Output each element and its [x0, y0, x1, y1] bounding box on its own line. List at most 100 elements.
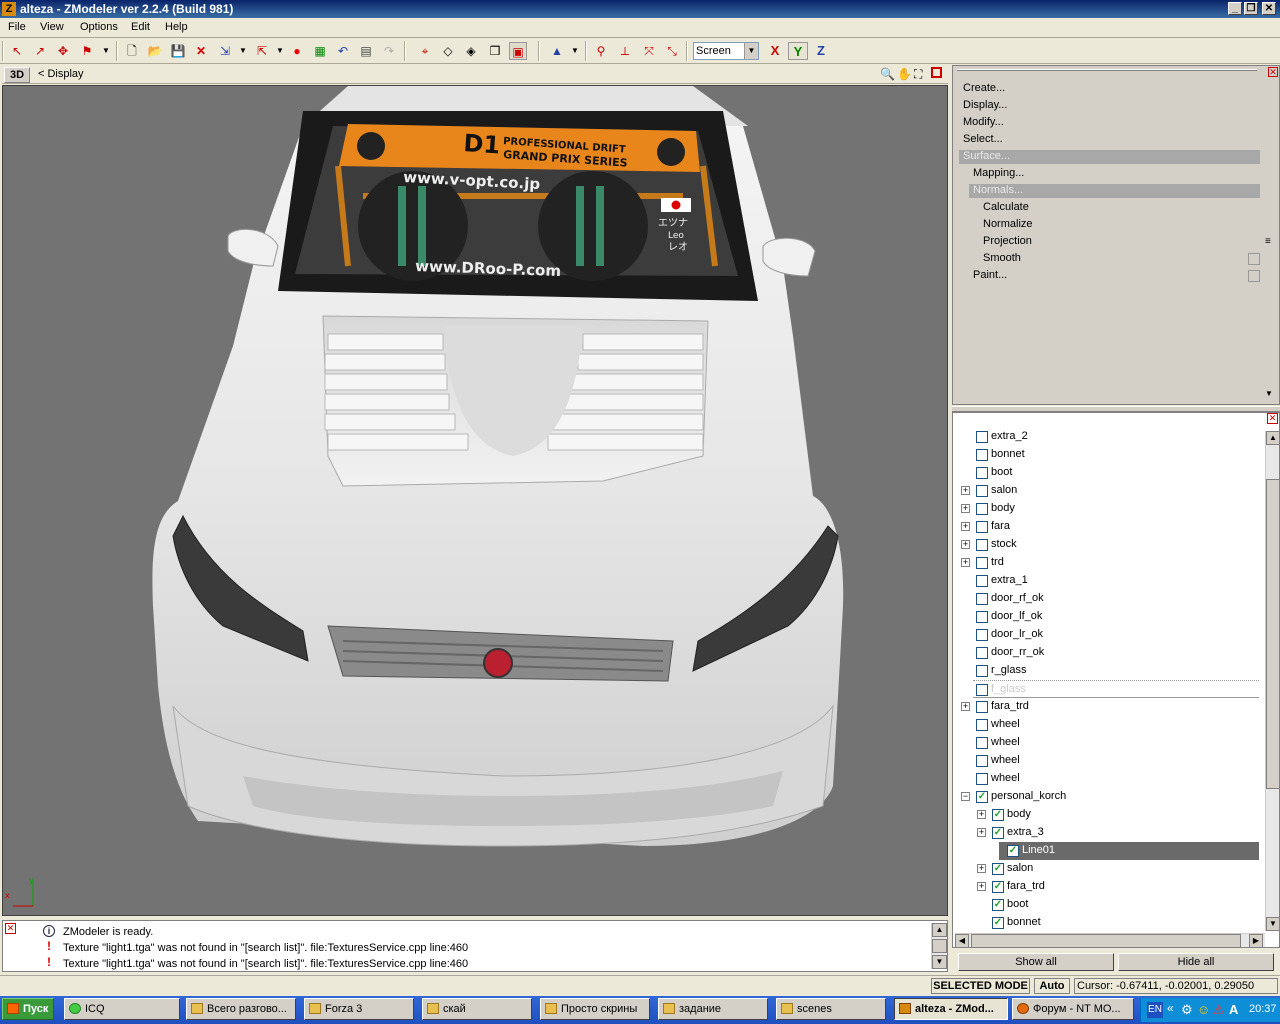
zoom-icon[interactable]: 🔍 — [880, 67, 895, 81]
save-icon[interactable]: 💾 — [169, 42, 187, 60]
chevron-down-icon[interactable]: ▼ — [234, 42, 252, 60]
visibility-checkbox[interactable]: ✓ — [1007, 845, 1019, 857]
chevron-down-icon[interactable]: ▼ — [271, 42, 289, 60]
import-icon[interactable]: ⇲ — [216, 42, 234, 60]
cmd-normals[interactable]: Normals... — [969, 184, 1260, 198]
chevron-down-icon[interactable]: ▼ — [566, 42, 584, 60]
visibility-checkbox[interactable] — [976, 684, 988, 696]
visibility-checkbox[interactable] — [976, 431, 988, 443]
visibility-checkbox[interactable]: ✓ — [992, 881, 1004, 893]
viewport-mode-button[interactable]: 3D — [4, 67, 30, 83]
3d-viewport[interactable]: D1 PROFESSIONAL DRIFT GRAND PRIX SERIES … — [2, 85, 948, 916]
tree-item[interactable]: extra_2 — [953, 428, 1259, 446]
tree-item[interactable]: + ✓ body — [953, 806, 1259, 824]
cmd-paint[interactable]: Paint... — [973, 269, 1007, 281]
auto-status[interactable]: Auto — [1034, 978, 1070, 994]
scroll-down-icon[interactable]: ▼ — [932, 955, 947, 969]
tree-item[interactable]: ✓ boot — [953, 896, 1259, 914]
visibility-checkbox[interactable] — [976, 449, 988, 461]
taskbar-item-zmodeler[interactable]: alteza - ZMod... — [894, 998, 1008, 1020]
hide-all-button[interactable]: Hide all — [1118, 953, 1274, 971]
visibility-checkbox[interactable] — [976, 485, 988, 497]
axis-x-button[interactable]: X — [765, 42, 785, 60]
coordinate-space-select[interactable]: Screen ▼ — [693, 42, 759, 60]
expand-icon[interactable]: + — [961, 522, 970, 531]
undo-icon[interactable]: ↶ — [334, 42, 352, 60]
export-icon[interactable]: ⇱ — [253, 42, 271, 60]
pan-hand-icon[interactable]: ✋ — [897, 67, 912, 81]
material-icon[interactable]: ▦ — [311, 42, 329, 60]
visibility-checkbox[interactable] — [976, 467, 988, 479]
axis-y-button[interactable]: Y — [788, 42, 808, 60]
tree-item[interactable]: boot — [953, 464, 1259, 482]
expand-icon[interactable]: + — [977, 864, 986, 873]
visibility-checkbox[interactable]: ✓ — [992, 917, 1004, 929]
tree-item[interactable]: extra_1 — [953, 572, 1259, 590]
expand-icon[interactable]: + — [961, 702, 970, 711]
cmd-select[interactable]: Select... — [963, 133, 1003, 145]
log-scrollbar[interactable]: ▲ ▼ — [931, 923, 947, 969]
magnet-icon[interactable]: ⚲ — [592, 42, 610, 60]
tree-item[interactable]: wheel — [953, 752, 1259, 770]
group-tool-icon[interactable]: ⚑ — [78, 42, 96, 60]
taskbar-item-forza[interactable]: Forza 3 — [304, 998, 414, 1020]
visibility-checkbox[interactable]: ✓ — [992, 827, 1004, 839]
close-icon[interactable]: ✕ — [5, 923, 16, 934]
cmd-projection[interactable]: Projection — [983, 235, 1032, 247]
display-menu-button[interactable]: < Display — [38, 68, 84, 80]
taskbar-item-skai[interactable]: скай — [422, 998, 532, 1020]
visibility-checkbox[interactable]: ✓ — [976, 791, 988, 803]
visibility-checkbox[interactable] — [976, 611, 988, 623]
network-icon[interactable]: ⚙ — [1181, 1002, 1193, 1018]
visibility-checkbox[interactable] — [976, 737, 988, 749]
tree-item[interactable]: wheel — [953, 716, 1259, 734]
visibility-checkbox[interactable] — [976, 773, 988, 785]
expand-icon[interactable]: + — [961, 558, 970, 567]
taskbar-item-chat[interactable]: Всего разгово... — [186, 998, 296, 1020]
menu-options[interactable]: Options — [80, 21, 118, 33]
visibility-checkbox[interactable] — [976, 629, 988, 641]
axis-move-icon[interactable]: ⟂ — [616, 42, 634, 60]
tree-item[interactable]: + fara_trd — [953, 698, 1259, 716]
tree-item[interactable]: − ✓ personal_korch — [953, 788, 1259, 806]
visibility-checkbox[interactable] — [976, 701, 988, 713]
expand-icon[interactable]: + — [977, 882, 986, 891]
visibility-checkbox[interactable] — [976, 503, 988, 515]
start-button[interactable]: Пуск — [2, 998, 54, 1020]
scroll-down-icon[interactable]: ▼ — [1265, 389, 1273, 398]
tree-item[interactable]: + ✓ extra_3 — [953, 824, 1259, 842]
move-tool-icon[interactable]: ✥ — [54, 42, 72, 60]
scroll-up-icon[interactable]: ▲ — [932, 923, 947, 937]
tree-item[interactable]: wheel — [953, 770, 1259, 788]
maximize-button[interactable]: ❐ — [1244, 2, 1258, 15]
language-indicator[interactable]: EN — [1147, 1002, 1163, 1018]
select-faces-icon[interactable]: ◈ — [462, 42, 480, 60]
minimize-button[interactable]: _ — [1228, 2, 1242, 15]
tree-item[interactable]: + body — [953, 500, 1259, 518]
open-folder-icon[interactable]: 📂 — [146, 42, 164, 60]
visibility-checkbox[interactable]: ✓ — [992, 863, 1004, 875]
document-icon[interactable]: ▤ — [357, 42, 375, 60]
taskbar-item-task[interactable]: задание — [658, 998, 768, 1020]
visibility-checkbox[interactable] — [976, 719, 988, 731]
tree-item[interactable]: ✓ bonnet — [953, 914, 1259, 932]
menu-file[interactable]: File — [8, 21, 26, 33]
select-edges-icon[interactable]: ◇ — [439, 42, 457, 60]
new-file-icon[interactable]: 🗋 — [123, 42, 141, 60]
cmd-surface[interactable]: Surface... — [959, 150, 1260, 164]
cmd-calculate[interactable]: Calculate — [983, 201, 1029, 213]
tree-item[interactable]: + fara — [953, 518, 1259, 536]
expand-icon[interactable]: + — [961, 540, 970, 549]
scroll-left-icon[interactable]: ◀ — [955, 934, 969, 948]
tree-item[interactable]: ✓ Line01 — [999, 842, 1259, 860]
expand-icon[interactable]: + — [961, 486, 970, 495]
cmd-smooth[interactable]: Smooth — [983, 252, 1021, 264]
chevron-down-icon[interactable]: ▼ — [97, 42, 115, 60]
select-vertex-icon[interactable]: ↗ — [31, 42, 49, 60]
delete-icon[interactable]: ✕ — [192, 42, 210, 60]
cmd-modify[interactable]: Modify... — [963, 116, 1004, 128]
tree-item[interactable]: door_rr_ok — [953, 644, 1259, 662]
paint-option-toggle[interactable] — [1248, 270, 1260, 282]
select-vertices-icon[interactable]: ⌖ — [416, 42, 434, 60]
tree-item[interactable]: + trd — [953, 554, 1259, 572]
